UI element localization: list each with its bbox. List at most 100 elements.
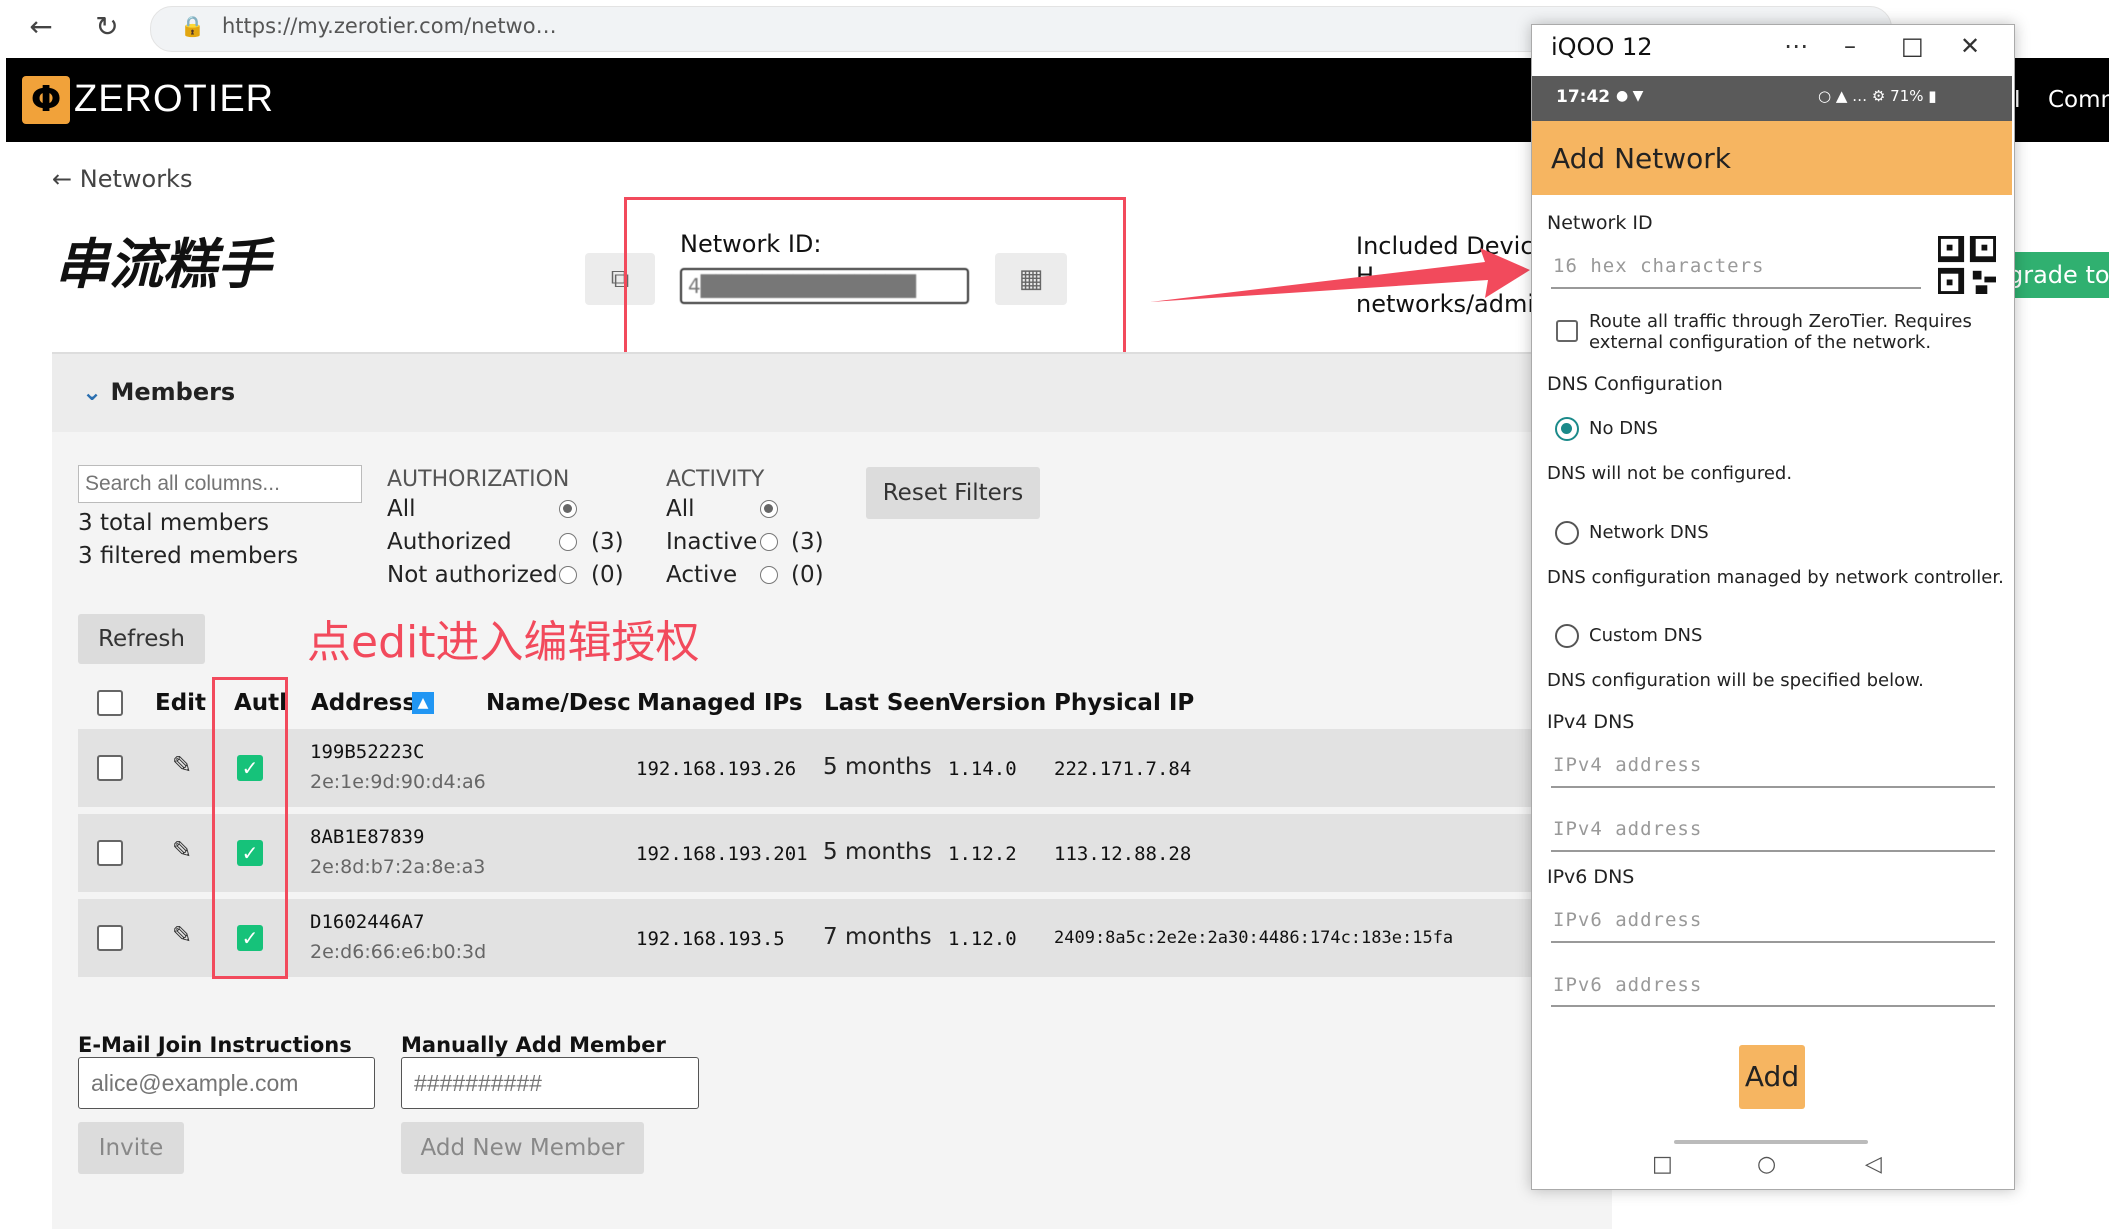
network-id-label: Network ID: (680, 230, 822, 258)
refresh-button[interactable]: Refresh (78, 614, 205, 664)
ipv4-underline-1 (1551, 786, 1995, 788)
ipv6-dns-input-2[interactable]: IPv6 address (1553, 974, 1702, 996)
add-new-member-button[interactable]: Add New Member (401, 1122, 644, 1174)
network-dns-description: DNS configuration managed by network con… (1547, 567, 2004, 588)
status-signal-icons: ○ ▲ … ⚙ 71% ▮ (1818, 87, 1937, 105)
custom-dns-radio[interactable] (1555, 624, 1579, 648)
header-link-community[interactable]: Comn (2048, 87, 2109, 113)
activity-filter-active-label: Active (666, 562, 738, 588)
home-icon[interactable]: ○ (1757, 1152, 1776, 1177)
member-mac: 2e:1e:9d:90:d4:a6 (310, 771, 486, 793)
auth-filter-all-radio[interactable] (559, 500, 577, 518)
manual-member-input[interactable] (401, 1057, 699, 1109)
activity-filter-active-radio[interactable] (760, 566, 778, 584)
ipv6-dns-input-1[interactable]: IPv6 address (1553, 909, 1702, 931)
search-input[interactable] (78, 465, 362, 503)
lock-icon: 🔒 (180, 14, 205, 38)
auth-filter-not-authorized-count: (0) (591, 562, 624, 588)
member-mac: 2e:8d:b7:2a:8e:a3 (310, 856, 486, 878)
qr-code-icon[interactable]: ▦ (995, 253, 1067, 305)
sort-ascending-icon[interactable]: ▲ (412, 692, 434, 714)
invite-button[interactable]: Invite (78, 1122, 184, 1174)
auth-filter-not-authorized-radio[interactable] (559, 566, 577, 584)
back-to-networks-link[interactable]: ← Networks (52, 165, 192, 193)
member-last-seen: 5 months (823, 754, 932, 780)
edit-icon[interactable]: ✎ (172, 921, 192, 949)
back-link-label: Networks (79, 165, 193, 193)
column-header-address[interactable]: Address (311, 690, 416, 716)
column-header-last-seen[interactable]: Last Seen (824, 690, 951, 716)
no-dns-label: No DNS (1589, 418, 1658, 439)
back-arrow-icon: ← (52, 165, 80, 193)
network-dns-radio[interactable] (1555, 521, 1579, 545)
members-toggle[interactable]: ⌄ Members (82, 378, 235, 406)
select-all-checkbox[interactable] (97, 690, 123, 716)
ipv6-dns-heading: IPv6 DNS (1547, 866, 1635, 888)
activity-filter-all-label: All (666, 496, 695, 522)
reset-filters-button[interactable]: Reset Filters (866, 467, 1040, 519)
dns-config-heading: DNS Configuration (1547, 373, 1723, 395)
reload-icon[interactable]: ↻ (90, 10, 124, 44)
annotation-arrow (1150, 248, 1530, 302)
zerotier-logo-icon[interactable]: Φ (22, 76, 70, 124)
column-header-managed-ips[interactable]: Managed IPs (637, 690, 803, 716)
row-select-checkbox[interactable] (97, 925, 123, 951)
edit-icon[interactable]: ✎ (172, 836, 192, 864)
member-version: 1.12.0 (948, 928, 1017, 950)
filtered-members: 3 filtered members (78, 543, 299, 569)
network-id-underline (1551, 287, 1921, 289)
row-select-checkbox[interactable] (97, 840, 123, 866)
activity-filter-inactive-radio[interactable] (760, 533, 778, 551)
column-header-version[interactable]: Version (949, 690, 1046, 716)
members-panel-header[interactable] (52, 352, 1612, 432)
member-physical-ip: 113.12.88.28 (1054, 843, 1192, 865)
activity-filter-inactive-label: Inactive (666, 529, 758, 555)
back-arrow-icon[interactable]: ← (24, 10, 58, 44)
member-managed-ip: 192.168.193.26 (636, 758, 797, 780)
column-header-edit: Edit (155, 690, 207, 716)
member-physical-ip: 222.171.7.84 (1054, 758, 1192, 780)
notification-icons: ● ▼ (1616, 88, 1644, 104)
annotation-highlight-auth-column (212, 677, 288, 979)
column-header-physical-ip[interactable]: Physical IP (1054, 690, 1194, 716)
ipv4-underline-2 (1551, 850, 1995, 852)
ipv4-dns-heading: IPv4 DNS (1547, 711, 1635, 733)
network-name[interactable]: 串流糕手 (55, 220, 271, 299)
activity-heading: ACTIVITY (666, 467, 765, 492)
route-all-checkbox[interactable] (1556, 320, 1578, 342)
ipv6-underline-2 (1551, 1005, 1995, 1007)
member-managed-ip: 192.168.193.5 (636, 928, 785, 950)
members-title: Members (110, 378, 236, 406)
brand-name[interactable]: ZEROTIER (74, 78, 274, 121)
auth-filter-authorized-radio[interactable] (559, 533, 577, 551)
email-field[interactable] (78, 1057, 375, 1109)
custom-dns-label: Custom DNS (1589, 625, 1703, 646)
network-id-input[interactable]: 16 hex characters (1553, 255, 1764, 277)
back-triangle-icon[interactable]: ◁ (1865, 1152, 1882, 1177)
add-network-button[interactable]: Add (1739, 1045, 1805, 1109)
phone-mirror-window (1531, 24, 2015, 1190)
no-dns-radio[interactable] (1555, 417, 1579, 441)
row-select-checkbox[interactable] (97, 755, 123, 781)
recent-apps-icon[interactable]: □ (1652, 1152, 1673, 1177)
upgrade-button[interactable]: grade to E (2000, 252, 2109, 298)
maximize-icon[interactable]: □ (1901, 32, 1924, 60)
ipv4-dns-input-2[interactable]: IPv4 address (1553, 818, 1702, 840)
minimize-icon[interactable]: – (1844, 32, 1856, 60)
annotation-text: 点edit进入编辑授权 (307, 617, 700, 668)
close-icon[interactable]: ✕ (1960, 32, 1980, 60)
auth-filter-all-label: All (387, 496, 416, 522)
column-header-name[interactable]: Name/Desc (486, 690, 631, 716)
edit-icon[interactable]: ✎ (172, 751, 192, 779)
auth-filter-authorized-count: (3) (591, 529, 624, 555)
ipv4-dns-input-1[interactable]: IPv4 address (1553, 754, 1702, 776)
more-icon[interactable]: ⋯ (1784, 32, 1808, 60)
authorization-heading: AUTHORIZATION (387, 467, 570, 492)
qr-scan-icon[interactable] (1938, 236, 1996, 294)
status-time: 17:42 (1556, 87, 1611, 107)
route-all-text: Route all traffic through ZeroTier. Requ… (1589, 311, 1972, 353)
member-version: 1.14.0 (948, 758, 1017, 780)
activity-filter-inactive-count: (3) (791, 529, 824, 555)
activity-filter-all-radio[interactable] (760, 500, 778, 518)
network-id-field[interactable]: 4██████████████ (680, 268, 969, 304)
